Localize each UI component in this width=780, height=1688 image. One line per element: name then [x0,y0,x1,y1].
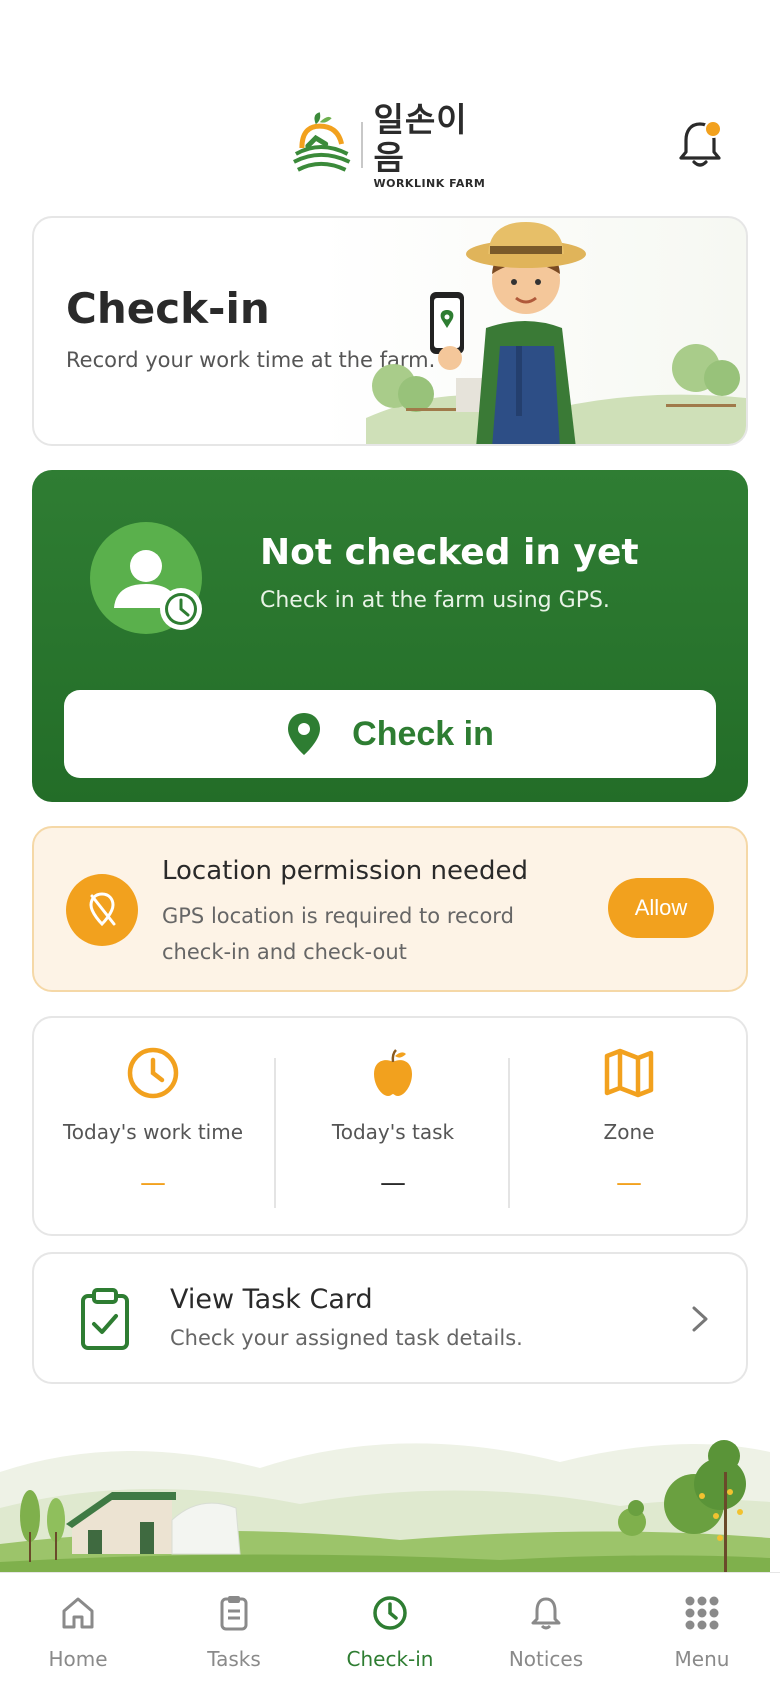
today-summary-card: Today's work time — Today's task — Zone … [32,1016,748,1236]
location-permission-card: Location permission needed GPS location … [32,826,748,992]
grid-icon [685,1596,719,1630]
apple-icon [374,1049,412,1096]
stat-work-time: Today's work time — [34,1018,272,1234]
checkin-button-label: Check in [352,714,494,753]
logo-divider [361,122,364,168]
task-card-title: View Task Card [170,1284,373,1315]
home-icon [62,1597,94,1629]
page-title: Check-in [66,284,270,333]
farmer-illustration [366,222,746,444]
nav-label: Menu [674,1647,730,1671]
stat-label: Zone [603,1120,655,1144]
stat-zone: Zone — [510,1018,748,1234]
permission-title: Location permission needed [162,856,528,886]
clock-icon [373,1596,407,1630]
logo-text: 일손이음 WORKLINK FARM [373,99,498,190]
stat-label: Today's work time [62,1120,244,1144]
location-off-icon [89,892,116,927]
task-card-subtitle: Check your assigned task details. [170,1326,523,1350]
stat-label: Today's task [331,1120,455,1144]
notification-dot [704,120,722,138]
checkin-status-title: Not checked in yet [260,532,639,573]
allow-button[interactable]: Allow [608,878,714,938]
chevron-right-icon [692,1306,708,1332]
bottom-navigation: Home Tasks Check-in Notices Menu [0,1572,780,1688]
stat-value: — [616,1168,642,1198]
nav-checkin[interactable]: Check-in [312,1573,468,1688]
farm-landscape-illustration [0,1412,770,1576]
nav-notices[interactable]: Notices [468,1573,624,1688]
permission-description: GPS location is required to record check… [162,904,514,964]
checkin-status-card: Not checked in yet Check in at the farm … [32,470,748,802]
app-header: 일손이음 WORKLINK FARM [0,100,780,190]
clipboard-icon [220,1596,248,1631]
nav-label: Tasks [207,1647,261,1671]
nav-tasks[interactable]: Tasks [156,1573,312,1688]
logo-mark-icon [293,112,351,172]
stat-value: — [140,1168,166,1198]
stat-today-task: Today's task — [274,1018,512,1234]
bell-icon [531,1597,561,1630]
logo-english-text: WORKLINK FARM [373,176,486,190]
logo-korean-text: 일손이음 [373,99,468,177]
clipboard-check-icon [81,1288,129,1350]
nav-label: Check-in [346,1647,434,1671]
app-logo: 일손이음 WORKLINK FARM [286,100,498,190]
nav-label: Notices [508,1647,584,1671]
nav-label: Home [48,1647,108,1671]
checkin-hero-card: Check-in Record your work time at the fa… [32,216,748,446]
view-task-card-button[interactable]: View Task Card Check your assigned task … [32,1252,748,1384]
nav-home[interactable]: Home [0,1573,156,1688]
location-off-badge [66,874,138,946]
stat-value: — [380,1168,406,1198]
clock-icon [127,1047,179,1099]
nav-menu[interactable]: Menu [624,1573,780,1688]
checkin-button[interactable]: Check in [64,690,716,778]
clock-badge-icon [160,588,202,630]
checkin-status-subtitle: Check in at the farm using GPS. [260,588,610,613]
map-icon [604,1048,654,1098]
location-pin-icon [288,713,321,755]
